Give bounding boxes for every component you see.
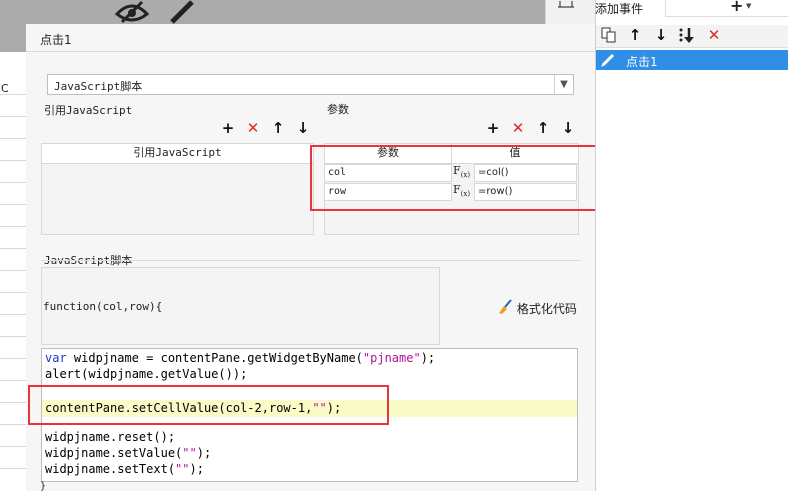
- ref-js-table: 引用JavaScript: [41, 143, 314, 235]
- add-event-title: 添加事件: [595, 2, 644, 16]
- column-header-label: C: [1, 82, 9, 95]
- section-divider: [41, 260, 581, 261]
- param-add-button[interactable]: +: [485, 120, 501, 136]
- code-line: widpjname.setValue("");: [45, 446, 212, 460]
- function-signature: function(col,row){: [43, 300, 163, 313]
- code-line: alert(widpjname.getValue());: [45, 367, 248, 381]
- code-line: var widpjname = contentPane.getWidgetByN…: [45, 351, 436, 365]
- spreadsheet-column: [0, 52, 26, 491]
- move-down-button[interactable]: ↓: [653, 27, 669, 43]
- add-event-button[interactable]: + ▼: [665, 0, 788, 17]
- script-type-value: JavaScript脚本: [54, 80, 143, 93]
- ref-add-button[interactable]: +: [220, 120, 236, 136]
- ref-js-label: 引用JavaScript: [44, 104, 133, 117]
- ref-down-button[interactable]: ↓: [295, 120, 311, 136]
- closing-brace: }: [40, 481, 47, 492]
- add-icon: +: [730, 0, 744, 15]
- delete-event-button[interactable]: ✕: [706, 27, 722, 43]
- chevron-down-icon[interactable]: ▼: [554, 75, 573, 94]
- param-delete-button[interactable]: ✕: [510, 120, 526, 136]
- code-line: widpjname.reset();: [45, 430, 176, 444]
- dialog-divider: [26, 51, 595, 52]
- chevron-down-icon[interactable]: ▼: [746, 2, 751, 10]
- params-label: 参数: [327, 103, 349, 116]
- format-code-label: 格式化代码: [516, 302, 577, 316]
- event-label: 点击1: [626, 55, 658, 69]
- edit-icon[interactable]: [166, 0, 196, 27]
- pencil-icon: [600, 52, 616, 71]
- param-down-button[interactable]: ↓: [560, 120, 576, 136]
- script-type-select[interactable]: JavaScript脚本 ▼: [47, 74, 574, 95]
- frame-icon: [558, 0, 574, 14]
- format-code-button[interactable]: 格式化代码: [497, 299, 577, 318]
- broom-icon: [497, 299, 513, 318]
- sort-icon[interactable]: [678, 27, 696, 48]
- event-panel: [595, 0, 788, 491]
- move-up-button[interactable]: ↑: [627, 27, 643, 43]
- dialog-title: 点击1: [40, 33, 72, 47]
- ref-up-button[interactable]: ↑: [270, 120, 286, 136]
- event-list-item[interactable]: 点击1: [596, 50, 788, 70]
- code-line: widpjname.setText("");: [45, 462, 204, 476]
- ref-js-column-header: 引用JavaScript: [42, 144, 313, 164]
- annotation-box: [310, 145, 598, 211]
- ref-delete-button[interactable]: ✕: [245, 120, 261, 136]
- copy-icon[interactable]: [601, 27, 617, 46]
- param-up-button[interactable]: ↑: [535, 120, 551, 136]
- event-toolbar: ↑ ↓ ✕: [596, 25, 788, 48]
- annotation-box: [28, 385, 389, 425]
- hide-icon[interactable]: [114, 0, 150, 27]
